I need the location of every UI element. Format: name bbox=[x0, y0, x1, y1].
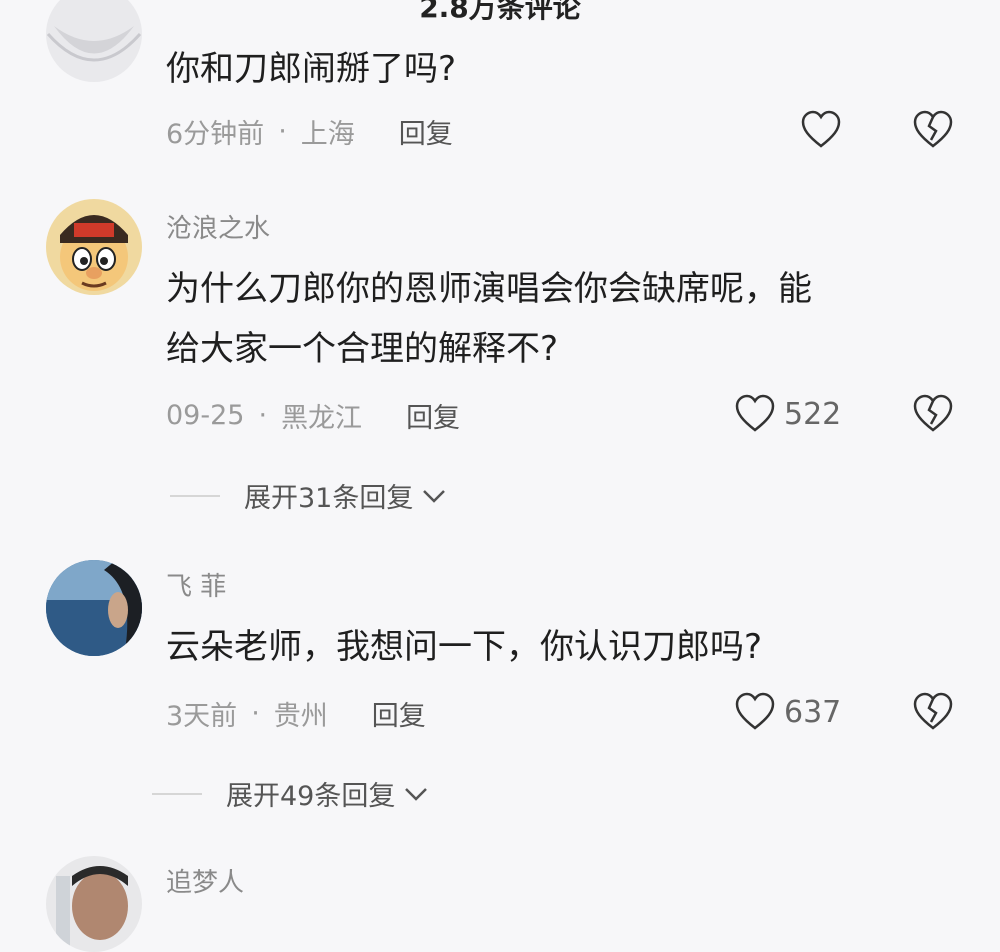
reply-button[interactable]: 回复 bbox=[406, 396, 460, 435]
expand-replies-button[interactable]: 展开31条回复 bbox=[170, 476, 447, 515]
comment-location: 贵州 bbox=[273, 701, 328, 732]
comment-text-line1: 为什么刀郎你的恩师演唱会你会缺席呢，能 bbox=[166, 269, 812, 309]
dislike-button[interactable] bbox=[912, 394, 954, 438]
avatar[interactable] bbox=[46, 0, 142, 82]
expand-replies-button[interactable]: 展开49条回复 bbox=[152, 774, 429, 813]
like-button[interactable] bbox=[800, 110, 842, 150]
broken-heart-icon bbox=[913, 110, 953, 148]
expand-replies-label: 展开31条回复 bbox=[244, 483, 414, 514]
like-button[interactable]: 637 bbox=[734, 692, 841, 732]
comment-time: 3天前 bbox=[166, 701, 238, 732]
expand-replies-label: 展开49条回复 bbox=[226, 781, 396, 812]
like-count: 522 bbox=[784, 396, 842, 432]
comment-meta: 6分钟前 · 上海 回复 bbox=[166, 112, 453, 151]
comment-text-line2: 给大家一个合理的解释不? bbox=[166, 329, 559, 369]
avatar[interactable] bbox=[46, 560, 142, 656]
like-count: 637 bbox=[784, 694, 842, 730]
broken-heart-icon bbox=[913, 394, 953, 432]
heart-outline-icon bbox=[801, 110, 841, 148]
comment-text: 你和刀郎闹掰了吗? bbox=[166, 49, 457, 89]
heart-outline-icon bbox=[735, 394, 775, 432]
comment-username[interactable]: 追梦人 bbox=[166, 862, 244, 899]
comment-text: 云朵老师，我想问一下，你认识刀郎吗? bbox=[166, 627, 763, 667]
comment-location: 上海 bbox=[300, 119, 355, 150]
broken-heart-icon bbox=[913, 692, 953, 730]
chevron-down-icon bbox=[423, 489, 446, 503]
comment-time: 09-25 bbox=[166, 400, 245, 431]
comment-username[interactable]: 飞 菲 bbox=[166, 566, 226, 603]
meta-separator: · bbox=[278, 116, 287, 147]
comment-location: 黑龙江 bbox=[281, 403, 363, 434]
comment-meta: 3天前 · 贵州 回复 bbox=[166, 694, 426, 733]
comment-time: 6分钟前 bbox=[166, 119, 265, 150]
comment-meta: 09-25 · 黑龙江 回复 bbox=[166, 396, 460, 435]
dislike-button[interactable] bbox=[912, 692, 954, 736]
chevron-down-icon bbox=[405, 787, 428, 801]
avatar[interactable] bbox=[46, 856, 142, 952]
dislike-button[interactable] bbox=[912, 110, 954, 154]
comment-username[interactable]: 沧浪之水 bbox=[166, 208, 270, 245]
meta-separator: · bbox=[258, 400, 268, 431]
avatar[interactable] bbox=[46, 199, 142, 295]
meta-separator: · bbox=[251, 698, 260, 729]
reply-button[interactable]: 回复 bbox=[372, 694, 426, 733]
divider-line bbox=[170, 494, 220, 497]
reply-button[interactable]: 回复 bbox=[399, 112, 453, 151]
comment-count-title: 2.8万条评论 bbox=[419, 0, 581, 24]
heart-outline-icon bbox=[735, 692, 775, 730]
divider-line bbox=[152, 792, 202, 795]
like-button[interactable]: 522 bbox=[734, 394, 841, 434]
